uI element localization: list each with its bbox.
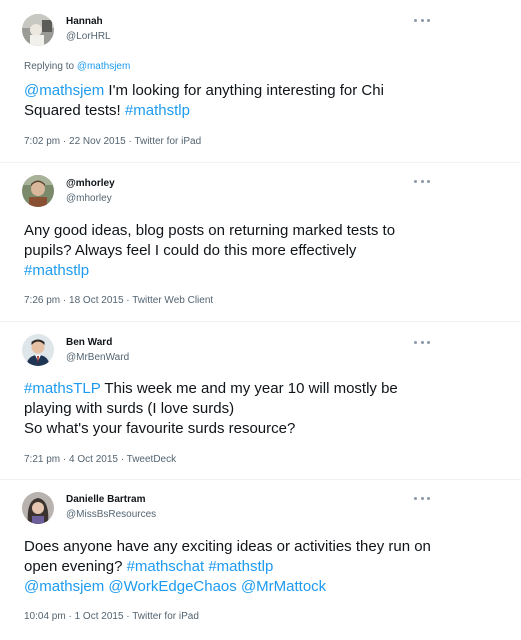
display-name[interactable]: @mhorley bbox=[66, 178, 115, 189]
more-icon[interactable] bbox=[414, 339, 430, 345]
hashtag-link[interactable]: #mathschat bbox=[127, 558, 205, 575]
tweet-text: @mathsjem I'm looking for anything inter… bbox=[24, 81, 444, 121]
tweet-text: #mathsTLP This week me and my year 10 wi… bbox=[24, 379, 424, 439]
display-name[interactable]: Ben Ward bbox=[66, 337, 112, 348]
avatar[interactable] bbox=[22, 334, 54, 366]
replying-to: Replying to @mathsjem bbox=[24, 61, 130, 72]
more-icon[interactable] bbox=[414, 495, 430, 501]
divider bbox=[0, 479, 521, 480]
display-name[interactable]: Danielle Bartram bbox=[66, 494, 145, 505]
divider bbox=[0, 162, 521, 163]
hashtag-link[interactable]: #mathstlp bbox=[24, 262, 89, 279]
user-handle[interactable]: @MrBenWard bbox=[66, 352, 129, 363]
avatar[interactable] bbox=[22, 492, 54, 524]
tweet-timestamp[interactable]: 10:04 pm · 1 Oct 2015 · Twitter for iPad bbox=[24, 611, 199, 622]
tweet-timestamp[interactable]: 7:02 pm · 22 Nov 2015 · Twitter for iPad bbox=[24, 136, 201, 147]
tweet-text-segment: Any good ideas, blog posts on returning … bbox=[24, 222, 396, 259]
user-handle[interactable]: @mhorley bbox=[66, 193, 112, 204]
tweet-text: Does anyone have any exciting ideas or a… bbox=[24, 537, 444, 597]
user-handle[interactable]: @LorHRL bbox=[66, 31, 111, 42]
tweet-text-segment: So what's your favourite surds resource? bbox=[24, 420, 296, 437]
hashtag-link[interactable]: #mathsTLP bbox=[24, 380, 100, 397]
more-icon[interactable] bbox=[414, 17, 430, 23]
replying-to-link[interactable]: @mathsjem bbox=[77, 61, 131, 72]
more-icon[interactable] bbox=[414, 178, 430, 184]
display-name[interactable]: Hannah bbox=[66, 16, 103, 27]
replying-label: Replying to bbox=[24, 61, 75, 72]
tweet-timestamp[interactable]: 7:26 pm · 18 Oct 2015 · Twitter Web Clie… bbox=[24, 295, 213, 306]
mention-link[interactable]: @WorkEdgeChaos bbox=[108, 578, 236, 595]
mention-link[interactable]: @MrMattock bbox=[241, 578, 326, 595]
divider bbox=[0, 321, 521, 322]
tweet-text: Any good ideas, blog posts on returning … bbox=[24, 221, 424, 281]
mention-link[interactable]: @mathsjem bbox=[24, 82, 104, 99]
mention-link[interactable]: @mathsjem bbox=[24, 578, 104, 595]
hashtag-link[interactable]: #mathstlp bbox=[208, 558, 273, 575]
avatar[interactable] bbox=[22, 14, 54, 46]
tweet-timestamp[interactable]: 7:21 pm · 4 Oct 2015 · TweetDeck bbox=[24, 454, 176, 465]
avatar[interactable] bbox=[22, 175, 54, 207]
hashtag-link[interactable]: #mathstlp bbox=[125, 102, 190, 119]
user-handle[interactable]: @MissBsResources bbox=[66, 509, 156, 520]
